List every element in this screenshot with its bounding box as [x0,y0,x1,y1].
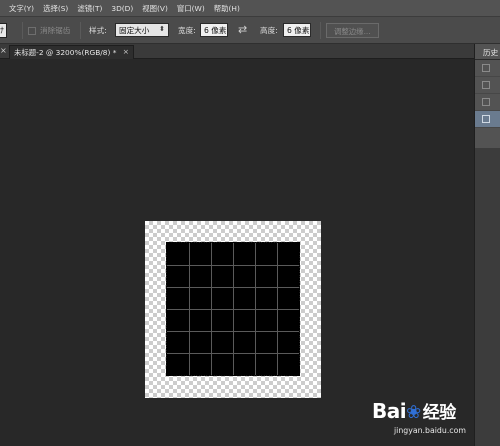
menu-bar: 文字(Y) 选择(S) 滤镜(T) 3D(D) 视图(V) 窗口(W) 帮助(H… [0,0,500,17]
history-list [475,60,500,148]
menu-item-type[interactable]: 文字(Y) [0,3,34,14]
history-panel: 历史 [474,44,500,446]
separator [320,22,321,39]
refine-edge-button[interactable]: 调整边缘... [326,23,379,38]
height-field[interactable]: 6 像素 [283,23,311,37]
history-state-icon [482,64,490,72]
antialias-checkbox[interactable] [28,27,36,35]
selection-marquee[interactable] [166,242,300,376]
history-item[interactable] [475,60,500,77]
history-state-icon [482,81,490,89]
paw-icon: ❀ [406,402,421,423]
height-label: 高度: [260,26,278,35]
menu-item-help[interactable]: 帮助(H) [205,3,240,14]
width-field[interactable]: 6 像素 [200,23,228,37]
baidu-logo: Bai❀ 经验 [372,399,456,423]
swap-dimensions-icon[interactable]: ⇄ [238,23,247,36]
style-label: 样式: [89,26,107,35]
menu-item-filter[interactable]: 滤镜(T) [68,3,102,14]
history-state-icon [482,115,490,123]
history-state-icon [482,98,490,106]
chevron-updown-icon: ⬍ [159,25,165,33]
watermark: Bai❀ 经验 jingyan.baidu.com [362,398,500,446]
menu-item-3d[interactable]: 3D(D) [102,4,133,13]
tab-document-title: 未标题-2 @ 3200%(RGB/8) * [14,48,117,57]
document-tab-bar: × 未标题-2 @ 3200%(RGB/8) * × [0,44,474,59]
options-bar: ﾅ 消除锯齿 样式: 固定大小 ⬍ 宽度: 6 像素 ⇄ 高度: 6 像素 调整边… [0,17,500,44]
history-panel-title: 历史 [483,48,499,57]
tab-document[interactable]: 未标题-2 @ 3200%(RGB/8) * × [9,45,134,59]
antialias-label: 消除锯齿 [40,26,71,35]
tool-preset-picker[interactable]: ﾅ [0,23,7,38]
separator [22,22,23,39]
history-item-active[interactable] [475,111,500,128]
style-select[interactable]: 固定大小 ⬍ [115,23,169,37]
close-icon[interactable]: × [123,47,129,56]
document-canvas[interactable] [145,221,321,398]
separator [80,22,81,39]
pixel-grid [167,243,299,375]
history-panel-header[interactable]: 历史 [475,44,500,60]
history-item[interactable] [475,77,500,94]
menu-item-select[interactable]: 选择(S) [34,3,68,14]
watermark-url: jingyan.baidu.com [394,426,466,435]
menu-item-window[interactable]: 窗口(W) [168,3,205,14]
width-label: 宽度: [178,26,196,35]
close-icon[interactable]: × [0,46,7,55]
history-item[interactable] [475,94,500,111]
menu-item-view[interactable]: 视图(V) [133,3,168,14]
